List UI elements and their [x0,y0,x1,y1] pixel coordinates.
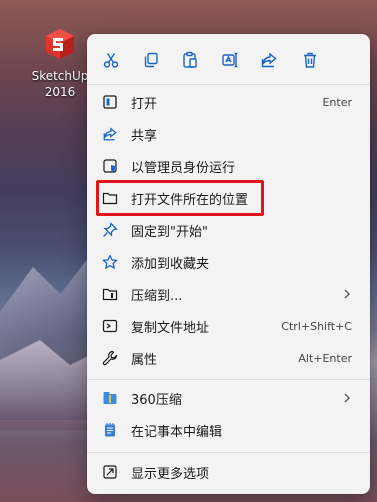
menu-item-label: 以管理员身份运行 [131,160,236,176]
annotation-highlight-box [96,180,264,216]
menu-item-label: 在记事本中编辑 [131,424,223,440]
menu-item-label: 添加到收藏夹 [131,256,210,272]
menu-item-shortcut: Alt+Enter [298,351,352,365]
menu-item-label: 属性 [131,352,158,368]
desktop-icon-label-line1: SketchUp [31,69,89,83]
menu-item-label: 共享 [131,128,158,144]
menu-item-label: 打开 [131,96,158,112]
star-icon [101,253,119,271]
desktop-shortcut-sketchup[interactable]: SketchUp 2016 [28,26,92,100]
menu-item-360-compress[interactable]: 360压缩 [95,382,362,414]
chevron-right-icon [342,289,352,299]
menu-item-add-to-favorites[interactable]: 添加到收藏夹 [95,246,362,278]
menu-item-properties[interactable]: 属性 Alt+Enter [95,342,362,374]
delete-icon[interactable] [298,48,322,72]
menu-item-share[interactable]: 共享 [95,118,362,150]
paste-icon[interactable] [178,48,202,72]
menu-item-shortcut: Ctrl+Shift+C [281,319,352,333]
menu-item-compress-to[interactable]: 压缩到... [95,278,362,310]
cut-icon[interactable] [99,48,123,72]
context-menu: 打开 Enter 共享 以管理员身份运行 打开文件所在的位置 固定到"开始" 添… [87,34,370,494]
menu-item-shortcut: Enter [322,95,352,109]
share-icon [101,125,119,143]
open-icon [101,93,119,111]
pin-icon [101,221,119,239]
desktop-icon-label-line2: 2016 [44,85,76,99]
archive-360-icon [101,389,119,407]
menu-item-open[interactable]: 打开 Enter [95,86,362,118]
sketchup-logo-icon [42,26,78,62]
share-icon[interactable] [257,48,281,72]
menu-item-run-as-admin[interactable]: 以管理员身份运行 [95,150,362,182]
quick-actions-toolbar [87,34,370,84]
divider [87,84,370,85]
menu-item-pin-to-start[interactable]: 固定到"开始" [95,214,362,246]
menu-item-label: 固定到"开始" [131,224,208,240]
compress-icon [101,285,119,303]
rename-icon[interactable] [218,48,242,72]
wrench-icon [101,349,119,367]
menu-item-label: 复制文件地址 [131,320,210,336]
shield-icon [101,157,119,175]
divider [87,452,370,453]
menu-item-edit-in-notepad[interactable]: 在记事本中编辑 [95,414,362,446]
menu-item-copy-file-path[interactable]: 复制文件地址 Ctrl+Shift+C [95,310,362,342]
copy-icon[interactable] [139,48,163,72]
menu-item-show-more-options[interactable]: 显示更多选项 [95,456,362,488]
copy-path-icon [101,317,119,335]
menu-item-label: 显示更多选项 [131,466,210,482]
menu-item-label: 360压缩 [131,392,182,408]
divider [87,379,370,380]
chevron-right-icon [342,393,352,403]
notepad-icon [101,421,119,439]
menu-item-label: 压缩到... [131,288,183,304]
more-options-icon [101,463,119,481]
